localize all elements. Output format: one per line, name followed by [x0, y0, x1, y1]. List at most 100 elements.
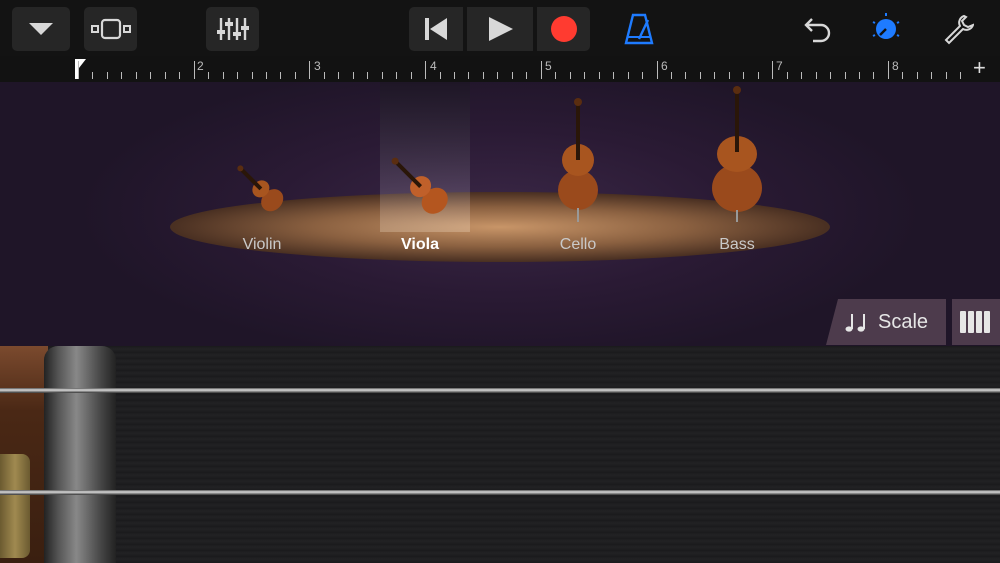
ruler-tick — [743, 72, 745, 79]
ruler-tick — [945, 72, 947, 79]
ruler-tick — [844, 72, 846, 79]
ruler-tick — [916, 72, 918, 79]
ruler-tick — [266, 72, 267, 79]
ruler-tick — [642, 72, 644, 79]
record-button[interactable] — [537, 7, 590, 51]
settings-button[interactable] — [936, 7, 980, 51]
bar-number: 8 — [892, 59, 899, 73]
ruler-tick — [179, 72, 181, 79]
ruler-tick — [584, 72, 586, 79]
ruler-tick — [772, 61, 774, 79]
instrument-label: Violin — [242, 236, 282, 253]
metronome-button[interactable] — [614, 7, 664, 51]
instrument-viola[interactable]: Viola — [350, 82, 490, 262]
timeline-ruler[interactable]: 2 3 4 5 6 7 8 + — [0, 56, 1000, 83]
ruler-tick — [150, 72, 152, 79]
ruler-tick — [439, 72, 441, 79]
ruler-tick — [208, 72, 210, 79]
ruler-tick — [135, 72, 137, 79]
dropdown-button[interactable] — [12, 7, 70, 51]
ruler-tick — [193, 61, 195, 79]
bar-number: 5 — [545, 59, 552, 73]
undo-button[interactable] — [796, 7, 840, 51]
ruler-tick — [497, 72, 499, 79]
ruler-tick — [801, 72, 803, 79]
ruler-tick — [78, 61, 79, 79]
master-volume-button[interactable] — [864, 7, 908, 51]
ruler-tick — [699, 72, 701, 79]
mixer-icon — [216, 18, 249, 40]
instrument-scroll — [0, 346, 48, 563]
add-section-button[interactable]: + — [973, 56, 986, 80]
play-button[interactable] — [467, 7, 533, 51]
tracks-view-button[interactable] — [84, 7, 137, 51]
ruler-tick — [280, 72, 282, 79]
ruler-tick — [858, 72, 860, 79]
ruler-tick — [482, 72, 484, 79]
ruler-tick — [627, 72, 629, 79]
ruler-tick — [670, 72, 672, 79]
settings-wrench-icon — [944, 14, 974, 45]
ruler-tick — [873, 72, 875, 79]
ruler-tick — [121, 72, 123, 79]
ruler-tick — [352, 72, 354, 79]
ruler-tick — [454, 72, 456, 79]
bar-number: 7 — [776, 59, 783, 73]
ruler-tick — [685, 72, 687, 79]
ruler-tick — [540, 61, 542, 79]
string-2[interactable] — [0, 490, 1000, 495]
ruler-tick — [338, 72, 340, 79]
tracks-view-icon — [90, 18, 131, 40]
ruler-tick — [757, 72, 759, 79]
instrument-label: Cello — [559, 236, 597, 253]
cello-icon — [558, 98, 598, 222]
scale-label: Scale — [877, 310, 929, 333]
ruler-tick — [410, 72, 412, 79]
music-notes-icon — [845, 314, 865, 332]
scale-button[interactable]: Scale — [826, 299, 946, 345]
rewind-button[interactable] — [409, 7, 463, 51]
instrument-cello[interactable]: Cello — [508, 82, 648, 262]
ruler-tick — [526, 72, 528, 79]
ruler-tick — [656, 61, 658, 79]
ruler-tick — [106, 72, 108, 79]
ruler-tick — [931, 72, 933, 79]
ruler-tick — [323, 72, 325, 79]
keyboard-toggle-button[interactable] — [952, 299, 1000, 345]
rewind-icon — [425, 18, 447, 40]
ruler-tick — [251, 72, 253, 79]
instrument-label: Bass — [719, 236, 755, 253]
ruler-tick — [294, 72, 296, 79]
ruler-tick — [511, 72, 513, 79]
ruler-tick — [425, 61, 427, 79]
ruler-tick — [381, 72, 383, 79]
metronome-icon — [624, 13, 654, 45]
ruler-tick — [786, 72, 788, 79]
ruler-tick — [164, 72, 166, 79]
bar-number: 3 — [314, 59, 321, 73]
violin-icon — [237, 165, 284, 212]
instrument-label: Viola — [401, 236, 439, 253]
fingerboard[interactable] — [0, 346, 1000, 563]
ruler-tick — [222, 72, 224, 79]
ruler-tick — [728, 72, 730, 79]
ruler-tick — [902, 72, 904, 79]
instrument-bass[interactable]: Bass — [667, 82, 807, 262]
tuning-peg — [0, 454, 30, 558]
ruler-tick — [960, 72, 962, 79]
instrument-violin[interactable]: Violin — [192, 82, 332, 262]
bass-icon — [712, 86, 762, 222]
instrument-nut — [44, 346, 116, 563]
ruler-tick — [887, 61, 889, 79]
playhead-icon[interactable] — [74, 58, 88, 80]
mixer-button[interactable] — [206, 7, 259, 51]
string-1[interactable] — [0, 388, 1000, 393]
play-icon — [489, 17, 513, 41]
ruler-tick — [396, 72, 398, 79]
bar-number: 6 — [661, 59, 668, 73]
ruler-tick — [613, 72, 615, 79]
control-bar — [0, 0, 1000, 56]
ruler-tick — [598, 72, 600, 79]
undo-icon — [804, 18, 831, 43]
dropdown-icon — [29, 23, 53, 35]
